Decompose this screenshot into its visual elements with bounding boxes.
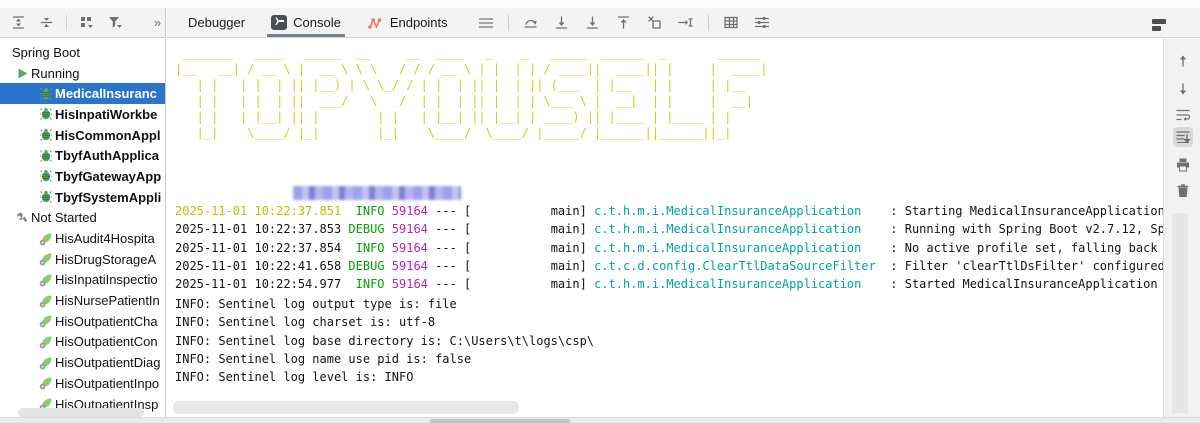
springboot-leaf-icon (37, 271, 55, 289)
tree-item-label: TbyfGatewayApp (55, 168, 162, 184)
springboot-leaf-icon (37, 312, 55, 330)
sentinel-log-lines: INFO: Sentinel log output type is: file … (175, 297, 595, 385)
tab-label: Console (293, 15, 341, 30)
bottom-scrollbar-thumb[interactable] (430, 419, 570, 423)
debug-toolwindow-header: Debugger ❯ Console Endpoints (167, 8, 1200, 38)
layout-settings-icon[interactable] (1150, 16, 1168, 34)
springboot-leaf-icon (37, 230, 55, 248)
up-from-line-icon[interactable] (615, 14, 633, 32)
down-to-line-icon[interactable] (553, 14, 571, 32)
redacted-blur-block (293, 186, 461, 200)
tree-item-label: MedicalInsuranc (55, 86, 157, 102)
tree-item-hisaudit4hospita[interactable]: HisAudit4Hospita (0, 228, 165, 249)
soft-wrap-icon[interactable] (1173, 105, 1193, 125)
tree-item-label: TbyfSystemAppli (55, 189, 162, 205)
tree-item-label: HisOutpatientCha (55, 313, 158, 329)
grid-icon[interactable] (722, 14, 740, 32)
tree-item-hisdrugstoragea[interactable]: HisDrugStorageA (0, 249, 165, 270)
endpoints-icon (367, 16, 384, 30)
terminal-icon: ❯ (271, 15, 288, 30)
spring-boot-run-dashboard-tree: Spring Boot Running MedicalInsuranc HisInp… (0, 39, 166, 417)
springboot-leaf-icon (37, 354, 55, 372)
tree-item-label: HisAudit4Hospita (55, 231, 155, 247)
springboot-leaf-icon (37, 292, 55, 310)
more-chevrons-icon[interactable]: » (149, 14, 165, 32)
tree-group-not-started[interactable]: Not Started (0, 208, 165, 229)
tree-item-tbyfauthapplica[interactable]: TbyfAuthApplica (0, 145, 165, 166)
console-right-toolbar (1163, 39, 1200, 417)
menu-icon[interactable] (477, 14, 495, 32)
springboot-leaf-icon (37, 250, 55, 268)
run-play-icon (13, 64, 31, 82)
tree-item-hiscommonappl[interactable]: HisCommonAppl (0, 125, 165, 146)
debug-bug-icon (37, 85, 55, 103)
springboot-leaf-icon (37, 333, 55, 351)
toolbar-separator (66, 14, 67, 31)
tab-console[interactable]: ❯ Console (264, 8, 348, 37)
tab-label: Endpoints (389, 15, 448, 30)
tree-item-medicalinsuranc[interactable]: MedicalInsuranc (0, 83, 165, 105)
tab-endpoints[interactable]: Endpoints (360, 8, 455, 37)
wrench-icon (13, 209, 31, 227)
arrow-up-icon[interactable] (1173, 51, 1193, 71)
tree-item-hisoutpatientdiag[interactable]: HisOutpatientDiag (0, 352, 165, 373)
console-horizontal-scrollbar[interactable] (173, 401, 519, 414)
tab-debugger[interactable]: Debugger (181, 8, 252, 37)
tree-item-label: HisOutpatientInpo (55, 375, 160, 391)
tree-item-hisnursepatientin[interactable]: HisNursePatientIn (0, 290, 165, 311)
tree-item-hisoutpatientcon[interactable]: HisOutpatientCon (0, 332, 165, 353)
tree-item-tbyfgatewayapp[interactable]: TbyfGatewayApp (0, 166, 165, 187)
tree-horizontal-scrollbar[interactable] (18, 408, 144, 417)
toolbar-separator (507, 14, 509, 31)
clear-marks-icon[interactable] (646, 14, 664, 32)
tree-item-hisinpatiworkbe[interactable]: HisInpatiWorkbe (0, 104, 165, 125)
terminal-glyph: ❯ (271, 15, 288, 30)
debug-bug-icon (37, 147, 55, 165)
tree-item-label: HisDrugStorageA (55, 251, 157, 267)
tree-item-label: HisInpatiWorkbe (55, 106, 158, 122)
debug-bug-icon (37, 126, 55, 144)
console-vertical-scrollbar[interactable] (1172, 213, 1188, 413)
sliders-icon[interactable] (753, 14, 771, 32)
tree-item-label: HisOutpatientDiag (55, 355, 161, 371)
print-icon[interactable] (1173, 155, 1193, 175)
bottom-edge-strip (0, 417, 1200, 423)
up-over-line-icon[interactable] (522, 14, 540, 32)
tree-item-label: TbyfAuthApplica (55, 148, 159, 164)
tree-item-tbyfsystemappli[interactable]: TbyfSystemAppli (0, 187, 165, 208)
to-cursor-icon[interactable] (677, 14, 695, 32)
tree-item-label: HisOutpatientCon (55, 334, 158, 350)
clear-all-icon[interactable] (1173, 181, 1193, 201)
debug-bug-icon (37, 105, 55, 123)
tree-item-hisoutpatientcha[interactable]: HisOutpatientCha (0, 311, 165, 332)
ascii-art-banner: _______ ____ _____ __ __ ____ _ _ _____ … (175, 46, 768, 140)
top-edge-strip: ◎ ⌄ (0, 0, 1200, 8)
debug-bug-icon (37, 167, 55, 185)
log-lines: 2025-11-01 10:22:37.851 INFO 59164 --- [… (175, 204, 1163, 292)
tree-group-label: Running (31, 65, 80, 81)
collapse-all-icon[interactable] (38, 14, 54, 32)
tree-group-running[interactable]: Running (0, 63, 165, 84)
tab-label: Debugger (188, 15, 246, 30)
services-toolbar: » (0, 8, 166, 38)
springboot-leaf-icon (37, 374, 55, 392)
console-output[interactable]: _______ ____ _____ __ __ ____ _ _ _____ … (167, 39, 1163, 417)
tree-root-spring-boot[interactable]: Spring Boot (0, 42, 165, 63)
scroll-to-end-icon[interactable] (1173, 127, 1193, 147)
filter-icon[interactable] (107, 14, 123, 32)
tree-item-label: HisNursePatientIn (55, 293, 160, 309)
tree-root-label: Spring Boot (12, 44, 80, 60)
down-to-line2-icon[interactable] (584, 14, 602, 32)
tree-item-label: HisInpatiInspectio (55, 272, 158, 288)
arrow-down-icon[interactable] (1173, 79, 1193, 99)
tree-item-label: HisCommonAppl (55, 127, 161, 143)
debug-bug-icon (37, 188, 55, 206)
toolbar-separator (707, 14, 709, 31)
group-by-icon[interactable] (79, 14, 95, 32)
tree-item-hisinpatiinspectio[interactable]: HisInpatiInspectio (0, 270, 165, 291)
expand-all-icon[interactable] (10, 14, 26, 32)
tree-group-label: Not Started (31, 210, 97, 226)
tree-item-hisoutpatientinpo[interactable]: HisOutpatientInpo (0, 373, 165, 394)
